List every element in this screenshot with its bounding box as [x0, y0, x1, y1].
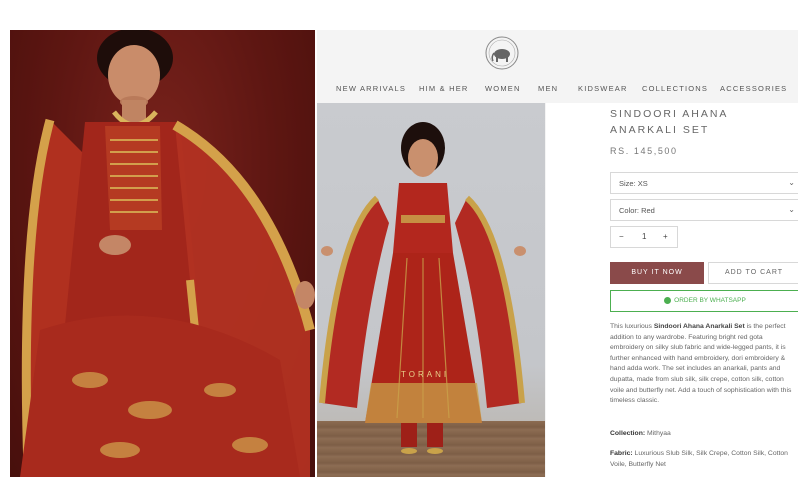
- add-to-cart-button[interactable]: ADD TO CART: [708, 262, 798, 284]
- description-prefix: This luxurious: [610, 323, 654, 330]
- product-details: SINDOORI AHANA ANARKALI SET RS. 145,500 …: [546, 103, 798, 477]
- photo-torani-text: TORANI: [401, 370, 450, 379]
- store-page: NEW ARRIVALS HIM & HER WOMEN MEN KIDSWEA…: [317, 30, 798, 477]
- main-nav: NEW ARRIVALS HIM & HER WOMEN MEN KIDSWEA…: [317, 84, 798, 98]
- torani-elephant-logo-icon[interactable]: [484, 35, 520, 71]
- nav-new-arrivals[interactable]: NEW ARRIVALS: [336, 84, 406, 93]
- collection-info: Collection: Mithyaa: [610, 429, 798, 440]
- product-price: RS. 145,500: [610, 146, 678, 156]
- nav-women[interactable]: WOMEN: [485, 84, 521, 93]
- whatsapp-icon: [664, 296, 672, 304]
- product-photo[interactable]: TORANI: [317, 103, 545, 477]
- size-select-value: Size: XS: [619, 179, 648, 188]
- product-title: SINDOORI AHANA ANARKALI SET: [610, 108, 728, 136]
- collection-label: Collection:: [610, 430, 646, 437]
- buy-now-button[interactable]: BUY IT NOW: [610, 262, 704, 284]
- size-select[interactable]: Size: XS ⌄: [610, 172, 798, 194]
- nav-accessories[interactable]: ACCESSORIES: [720, 84, 787, 93]
- fabric-label: Fabric:: [610, 450, 633, 457]
- description-rest: is the perfect addition to any wardrobe.…: [610, 323, 792, 405]
- quantity-stepper: − 1 +: [610, 226, 678, 248]
- whatsapp-label: ORDER BY WHATSAPP: [674, 297, 746, 304]
- qty-plus-button[interactable]: +: [663, 232, 668, 241]
- nav-collections[interactable]: COLLECTIONS: [642, 84, 708, 93]
- nav-kidswear[interactable]: KIDSWEAR: [578, 84, 628, 93]
- fabric-info: Fabric: Luxurious Slub Silk, Silk Crepe,…: [610, 449, 798, 470]
- site-header: NEW ARRIVALS HIM & HER WOMEN MEN KIDSWEA…: [317, 30, 798, 103]
- nav-him-and-her[interactable]: HIM & HER: [419, 84, 469, 93]
- qty-value[interactable]: 1: [642, 232, 646, 241]
- chevron-down-icon: ⌄: [788, 205, 795, 214]
- fabric-value: Luxurious Slub Silk, Silk Crepe, Cotton …: [610, 450, 788, 468]
- color-select[interactable]: Color: Red ⌄: [610, 199, 798, 221]
- product-photo-illustration: [319, 122, 526, 454]
- color-select-value: Color: Red: [619, 206, 655, 215]
- qty-minus-button[interactable]: −: [619, 232, 624, 241]
- collection-value: Mithyaa: [645, 430, 671, 437]
- product-description: This luxurious Sindoori Ahana Anarkali S…: [610, 322, 798, 407]
- model-photo-illustration: [10, 30, 315, 477]
- chevron-down-icon: ⌄: [788, 178, 795, 187]
- order-whatsapp-button[interactable]: ORDER BY WHATSAPP: [610, 290, 798, 312]
- model-photo-left: [10, 30, 315, 477]
- description-product-name: Sindoori Ahana Anarkali Set: [653, 323, 745, 330]
- nav-men[interactable]: MEN: [538, 84, 558, 93]
